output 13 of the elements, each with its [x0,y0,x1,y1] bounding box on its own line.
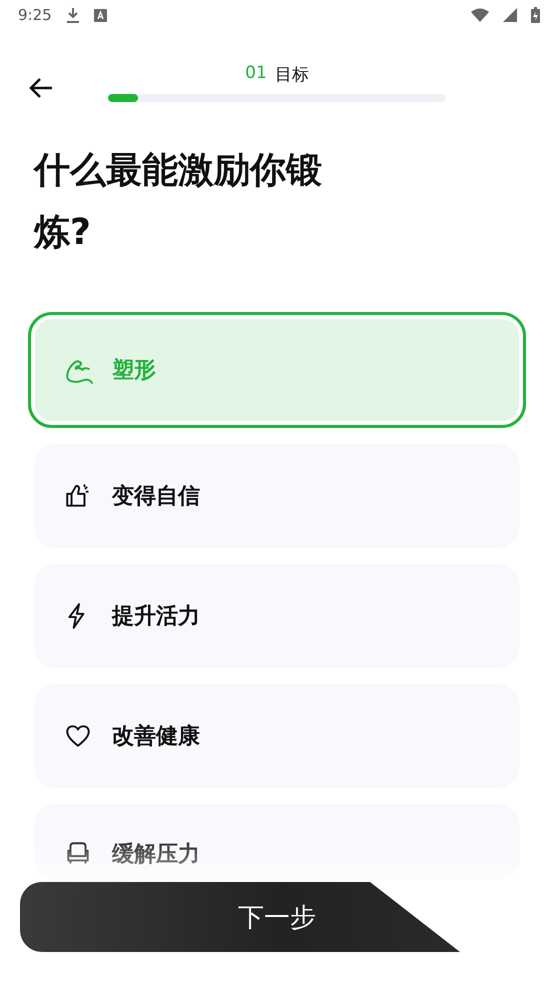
option-card[interactable]: 变得自信 [34,444,520,548]
step-number: 01 [245,62,267,84]
download-icon [66,7,80,23]
option-card[interactable]: 提升活力 [34,564,520,668]
wifi-icon [471,8,489,22]
option-card[interactable]: 改善健康 [34,684,520,788]
next-button[interactable]: 下一步 [20,882,460,952]
battery-icon [531,7,540,23]
step-label: 目标 [274,64,309,86]
status-time: 9:25 [18,6,52,24]
signal-icon [503,8,517,22]
question-title: 什么最能激励你锻炼? [34,149,323,255]
keyboard-icon [94,8,107,22]
